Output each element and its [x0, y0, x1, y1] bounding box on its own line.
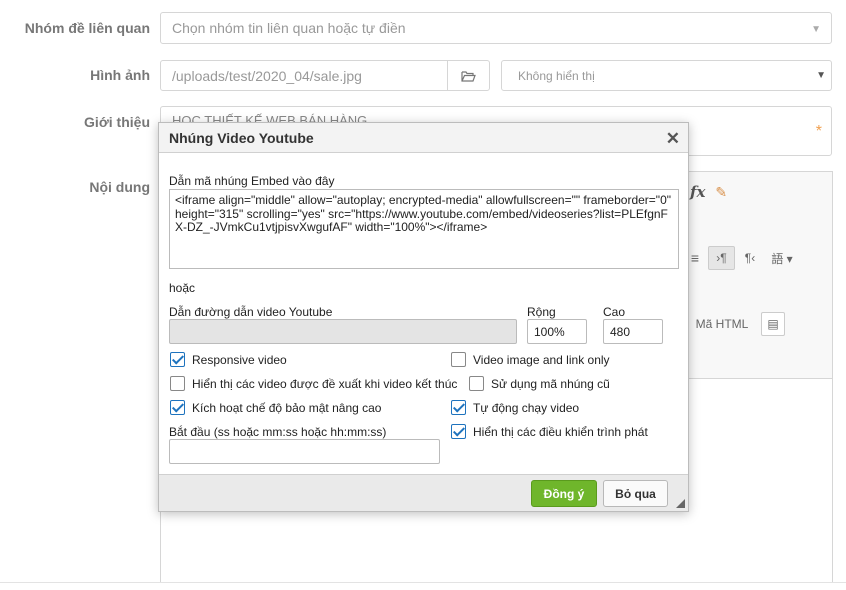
intro-label: Giới thiệu [84, 114, 150, 130]
show-controls-label: Hiển thị các điều khiển trình phát [473, 425, 648, 439]
image-display-value: Không hiển thị [518, 68, 595, 83]
dialog-footer: Đồng ý Bỏ qua [159, 474, 688, 511]
width-label: Rộng [527, 305, 556, 319]
image-link-only-checkbox[interactable] [451, 352, 466, 367]
cancel-button[interactable]: Bỏ qua [603, 480, 668, 507]
related-group-select[interactable]: Chọn nhóm tin liên quan hoặc tự điền ▼ [160, 12, 832, 44]
privacy-mode-checkbox[interactable] [170, 400, 185, 415]
resize-handle-icon[interactable] [676, 499, 685, 508]
image-display-select[interactable]: Không hiển thị ▼ [501, 60, 832, 91]
image-link-only-label: Video image and link only [473, 353, 610, 367]
html-source-label: Mã HTML [695, 317, 749, 331]
language-icon: 語 ▾ [771, 251, 793, 266]
paragraph-ltr-button[interactable]: ›¶ [708, 246, 735, 270]
required-mark: * [815, 123, 822, 140]
autoplay-checkbox[interactable] [451, 400, 466, 415]
image-label: Hình ảnh [90, 67, 150, 83]
formula-icon: fx [690, 183, 706, 201]
close-icon[interactable]: ✕ [666, 129, 680, 149]
youtube-url-input[interactable] [169, 319, 517, 344]
start-time-input[interactable] [169, 439, 440, 464]
cancel-button-label: Bỏ qua [615, 486, 656, 501]
group-label: Nhóm đề liên quan [24, 20, 150, 36]
page-divider [0, 582, 846, 583]
paragraph-rtl-button[interactable]: ¶‹ [738, 246, 762, 270]
dialog-title-bar[interactable]: Nhúng Video Youtube ✕ [159, 123, 688, 153]
chevron-down-icon: ▼ [816, 70, 826, 81]
paragraph-ltr-icon: ›¶ [716, 251, 727, 265]
eraser-icon: ✎ [715, 183, 728, 200]
align-justify-icon: ≡ [690, 250, 700, 266]
related-group-placeholder: Chọn nhóm tin liên quan hoặc tự điền [172, 20, 406, 36]
templates-button[interactable]: ▤ [761, 312, 785, 336]
height-value: 480 [610, 324, 631, 339]
responsive-video-label: Responsive video [192, 353, 287, 367]
image-path-value: /uploads/test/2020_04/sale.jpg [172, 67, 362, 84]
autoplay-label: Tự động chạy video [473, 401, 580, 415]
youtube-embed-dialog: Nhúng Video Youtube ✕ Dẫn mã nhúng Embed… [158, 122, 689, 512]
show-suggested-label: Hiển thị các video được đề xuất khi vide… [192, 377, 458, 391]
embed-code-label: Dẫn mã nhúng Embed vào đây [169, 174, 335, 188]
old-embed-checkbox[interactable] [469, 376, 484, 391]
dialog-title: Nhúng Video Youtube [169, 129, 314, 146]
ok-button[interactable]: Đồng ý [531, 480, 597, 507]
chevron-down-icon: ▼ [811, 24, 821, 35]
youtube-url-label: Dẫn đường dẫn video Youtube [169, 305, 333, 319]
language-dropdown[interactable]: 語 ▾ [765, 246, 799, 270]
start-time-label: Bắt đầu (ss hoặc mm:ss hoặc hh:mm:ss) [169, 425, 387, 439]
content-label: Nội dung [89, 179, 150, 195]
paragraph-rtl-icon: ¶‹ [744, 251, 756, 265]
html-source-button[interactable]: Mã HTML [688, 312, 756, 336]
browse-image-button[interactable] [447, 60, 490, 91]
show-controls-checkbox[interactable] [451, 424, 466, 439]
folder-open-icon [461, 70, 476, 82]
height-label: Cao [603, 305, 626, 319]
responsive-video-checkbox[interactable] [170, 352, 185, 367]
height-input[interactable]: 480 [603, 319, 663, 344]
old-embed-label: Sử dụng mã nhúng cũ [491, 377, 610, 391]
embed-code-textarea[interactable]: <iframe align="middle" allow="autoplay; … [169, 189, 679, 269]
document-icon: ▤ [767, 317, 779, 331]
or-text: hoặc [169, 281, 196, 295]
ok-button-label: Đồng ý [543, 486, 585, 501]
width-value: 100% [534, 324, 565, 339]
width-input[interactable]: 100% [527, 319, 587, 344]
privacy-mode-label: Kích hoạt chế độ bảo mật nâng cao [192, 401, 382, 415]
show-suggested-checkbox[interactable] [170, 376, 185, 391]
formula-button[interactable]: fx ✎ [690, 180, 748, 204]
image-path-input[interactable]: /uploads/test/2020_04/sale.jpg [160, 60, 448, 91]
